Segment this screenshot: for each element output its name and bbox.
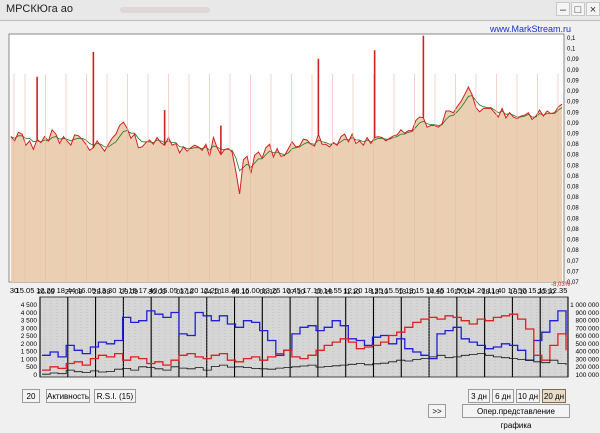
volume-axis-right-tick: 500 000 xyxy=(576,341,600,348)
price-axis-tick: 0,08 xyxy=(567,248,579,254)
volume-axis-right-tick: 700 000 xyxy=(576,325,600,332)
price-axis-tick: 0,1 xyxy=(567,47,576,53)
period-3-days-button[interactable]: 3 дн xyxy=(468,389,490,403)
date-axis-tick: 26.09 xyxy=(37,289,55,296)
price-axis-tick: 0,08 xyxy=(567,174,579,180)
date-axis-tick: 28.09 xyxy=(93,289,111,296)
volume-axis-right-tick: 600 000 xyxy=(576,333,600,340)
volume-axis-right-tick: 1 000 000 xyxy=(570,302,599,309)
volume-axis-left-tick: 4 000 xyxy=(21,310,38,317)
price-axis-tick: 0,09 xyxy=(567,110,579,116)
next-page-button[interactable]: >> xyxy=(428,404,446,418)
indicator-panel: 4 5004 0003 5003 0002 5002 0001 5001 000… xyxy=(21,289,600,378)
volume-axis-left-tick: 500 xyxy=(26,364,37,371)
period-10-days-button[interactable]: 10 дн xyxy=(516,389,540,403)
date-axis-tick: 19.10 xyxy=(510,289,528,296)
price-axis-tick: 0,08 xyxy=(567,238,579,244)
price-axis-tick: 0,08 xyxy=(567,206,579,212)
minimize-icon[interactable]: – xyxy=(556,2,570,16)
volume-axis-right-tick: 800 000 xyxy=(576,318,600,325)
period-field[interactable]: 20 xyxy=(22,389,40,403)
date-axis-tick: 04.10 xyxy=(204,289,222,296)
volume-axis-left-tick: 1 000 xyxy=(21,356,38,363)
date-axis-tick: 11.10 xyxy=(343,289,360,296)
volume-axis-left-tick: 4 500 xyxy=(21,302,38,309)
price-axis-tick: 0,09 xyxy=(567,121,579,127)
price-axis-tick: 0,09 xyxy=(567,68,579,74)
chart-area: 0,1 0,1 0,09 0,09 0,09 0,09 0,09 0,09 0,09 0,09 0,… xyxy=(8,33,600,378)
date-axis-tick: 20.10 xyxy=(537,289,555,296)
volume-axis-left-tick: 3 500 xyxy=(21,318,38,325)
maximize-icon[interactable]: □ xyxy=(571,2,585,16)
chart-window: МРСКЮга ао – □ × www.MarkStream.ru 0,1 0,… xyxy=(0,0,600,430)
volume-axis-left-tick: 2 000 xyxy=(21,341,38,348)
title-bar: МРСКЮга ао – □ × xyxy=(0,0,600,21)
price-axis-tick: 0,08 xyxy=(567,185,579,191)
period-6-days-button[interactable]: 6 дн xyxy=(492,389,514,403)
price-axis-tick: 0,09 xyxy=(567,89,579,95)
price-axis-tick: 0,09 xyxy=(567,78,579,84)
date-axis-tick: 07.10 xyxy=(287,289,305,296)
price-axis-tick: 0,09 xyxy=(567,131,579,137)
volume-axis-right-tick: 200 000 xyxy=(576,364,600,371)
activity-button[interactable]: Активность xyxy=(46,389,90,403)
volume-axis-left: 4 5004 0003 5003 0002 5002 0001 5001 000… xyxy=(21,302,38,378)
rsi-button[interactable]: R.S.I. (15) xyxy=(94,389,136,403)
price-axis-tick: 0,08 xyxy=(567,216,579,222)
volume-axis-left-tick: 2 500 xyxy=(21,333,38,340)
date-axis-tick: 14.10 xyxy=(426,289,444,296)
price-axis-tick: 0,09 xyxy=(567,57,579,63)
price-axis: 0,1 0,1 0,09 0,09 0,09 0,09 0,09 0,09 0,09 0,09 0,… xyxy=(567,36,579,286)
volume-axis-left-tick: 3 000 xyxy=(21,325,38,332)
price-axis-tick: 0,07 xyxy=(567,259,579,265)
price-axis-tick: 0,09 xyxy=(567,100,579,106)
period-20-days-button[interactable]: 20 дн xyxy=(542,389,566,403)
control-bar: 20 Активность R.S.I. (15) 3 дн 6 дн 10 д… xyxy=(0,378,600,430)
price-panel: 0,1 0,1 0,09 0,09 0,09 0,09 0,09 0,09 0,09 0,09 0,… xyxy=(8,33,579,295)
window-title: МРСКЮга ао xyxy=(6,3,74,15)
volume-axis-left-tick: 1 500 xyxy=(21,349,38,356)
date-axis-tick: 03.10 xyxy=(176,289,194,296)
chart-view-button[interactable]: Опер.представление графика xyxy=(462,404,570,430)
price-axis-tick: 0,1 xyxy=(567,36,576,42)
date-axis-tick: 30.09 xyxy=(148,289,166,296)
price-axis-tick: 0,08 xyxy=(567,195,579,201)
date-axis-tick: 12.10 xyxy=(371,289,389,296)
price-axis-tick: 0,08 xyxy=(567,142,579,148)
price-axis-tick: 0,07 xyxy=(567,269,579,275)
price-axis-tick: 0,08 xyxy=(567,163,579,169)
date-axis-tick: 06.10 xyxy=(259,289,277,296)
close-icon[interactable]: × xyxy=(586,2,600,16)
price-axis-tick: 0,08 xyxy=(567,227,579,233)
date-axis-tick: 05.10 xyxy=(232,289,250,296)
volume-axis-right-tick: 900 000 xyxy=(576,310,600,317)
date-axis-tick: 10.10 xyxy=(315,289,333,296)
change-percent: -8,03% xyxy=(551,282,571,288)
time-axis-tick: 15.05 xyxy=(16,286,35,295)
date-axis-tick: 27.09 xyxy=(65,289,83,296)
title-decoration xyxy=(120,7,210,13)
date-axis-tick: 18.10 xyxy=(482,289,500,296)
date-axis-tick: 17.10 xyxy=(454,289,472,296)
volume-axis-right-tick: 300 000 xyxy=(576,356,600,363)
volume-axis-right: 1 000 000900 000800 000700 000600 000500… xyxy=(570,302,599,378)
date-axis-tick: 13.10 xyxy=(398,289,416,296)
volume-axis-right-tick: 400 000 xyxy=(576,349,600,356)
price-axis-tick: 0,08 xyxy=(567,153,579,159)
date-axis-tick: 29.09 xyxy=(120,289,138,296)
